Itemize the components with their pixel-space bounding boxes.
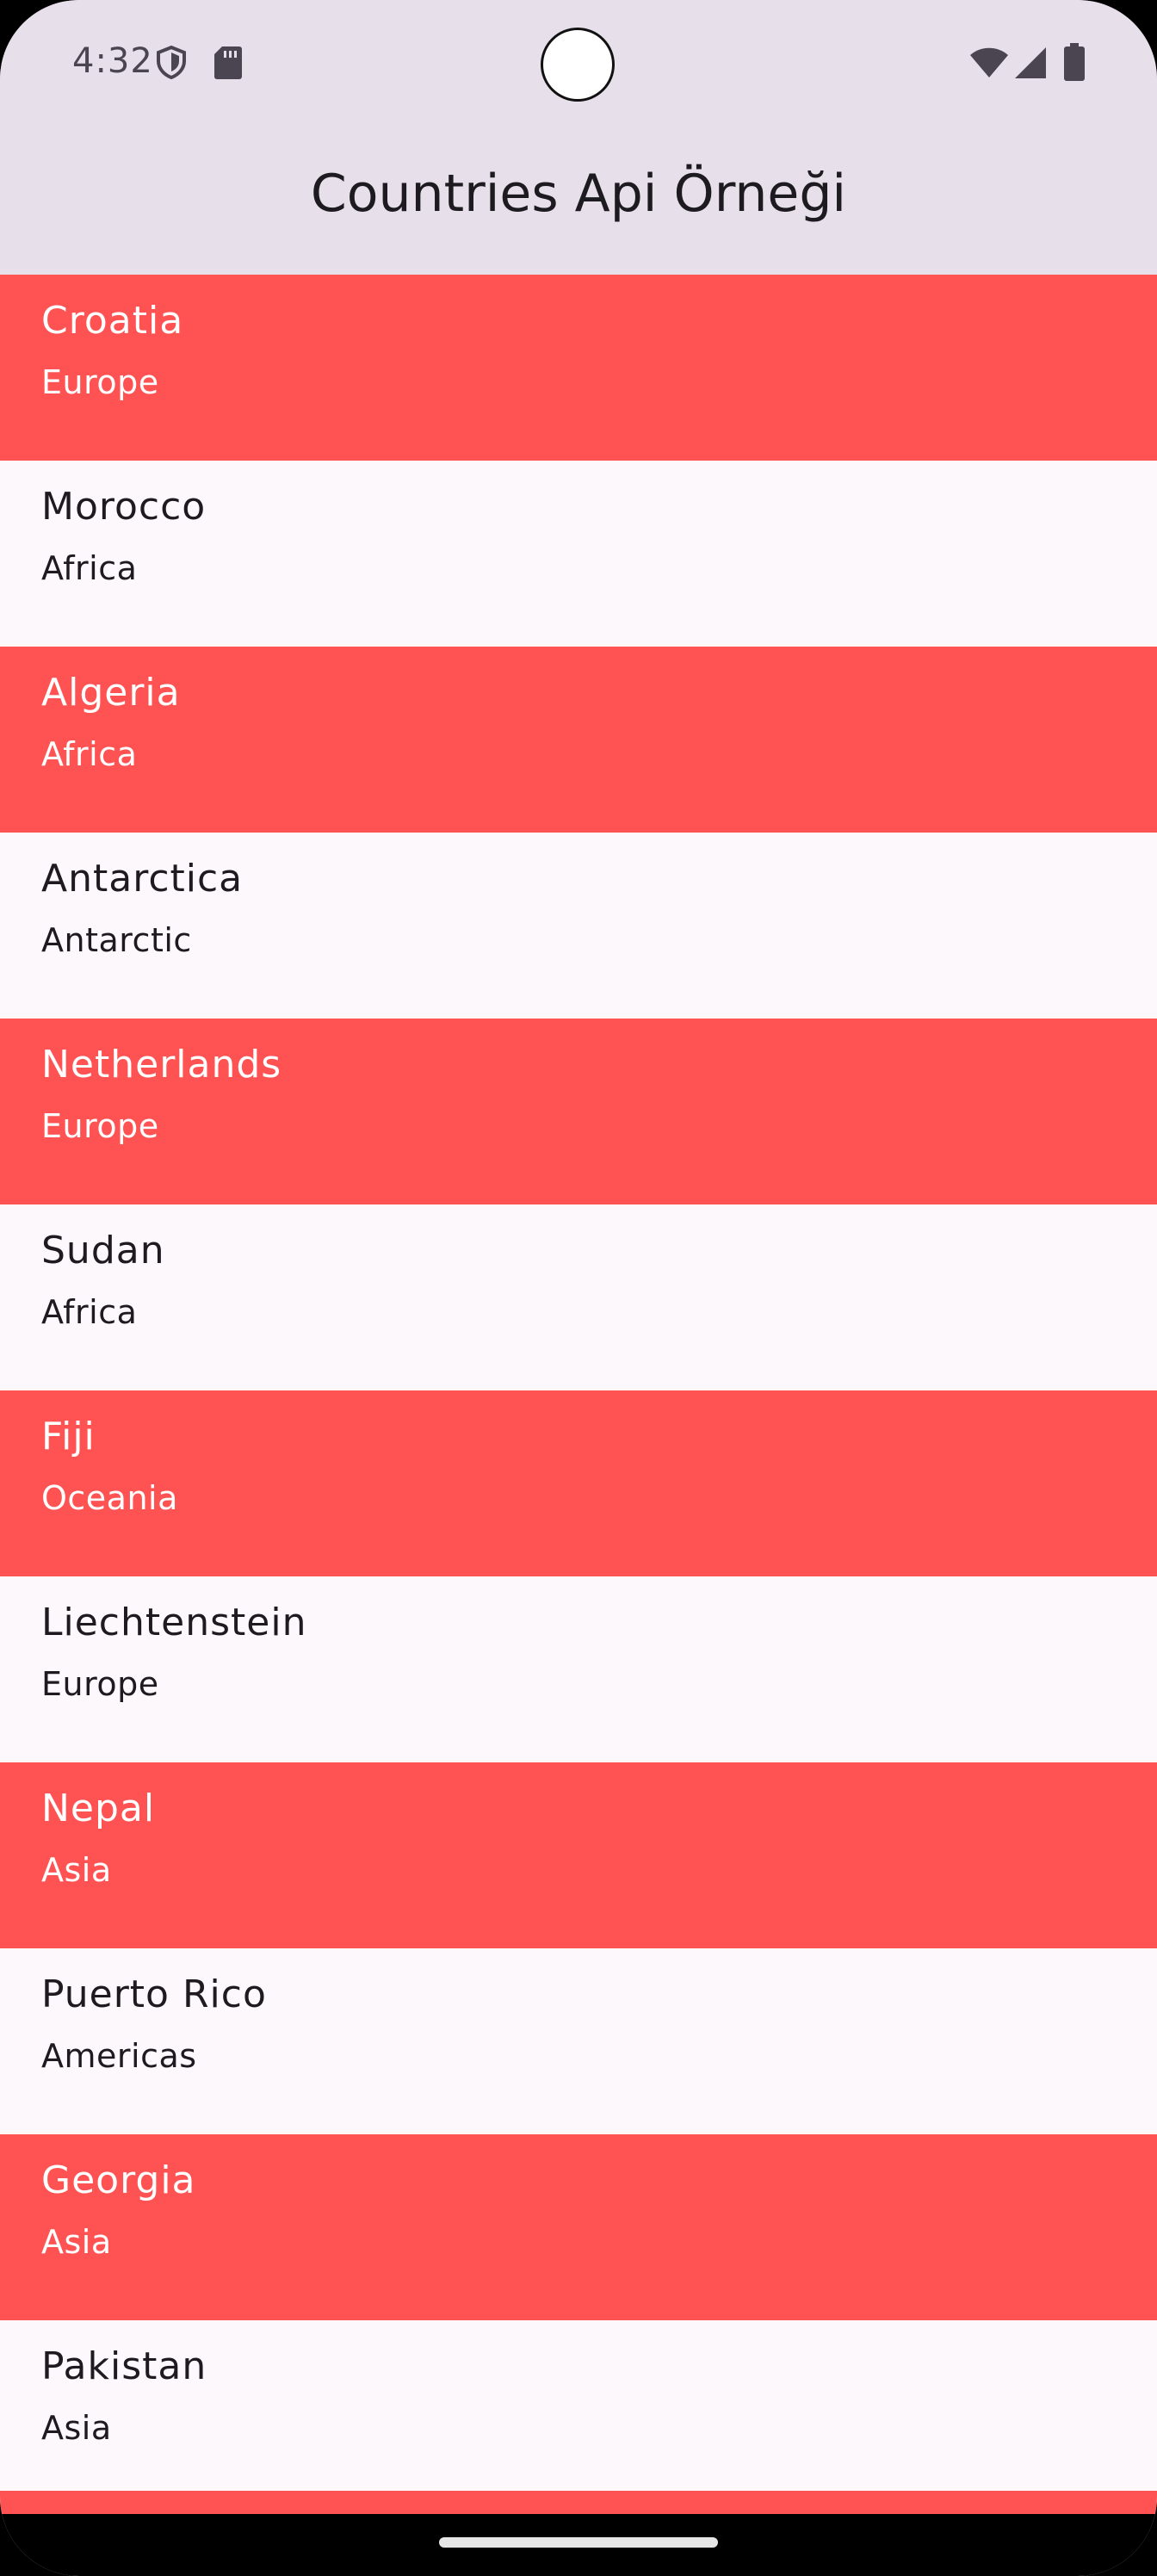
list-item[interactable]: Croatia Europe: [0, 275, 1157, 461]
country-name: Georgia: [41, 2158, 196, 2202]
list-item[interactable]: Morocco Africa: [0, 461, 1157, 647]
country-region: Oceania: [41, 1479, 178, 1517]
country-name: Algeria: [41, 671, 181, 715]
battery-icon: [1064, 43, 1085, 84]
country-name: Croatia: [41, 299, 184, 343]
country-region: Asia: [41, 1851, 112, 1889]
signal-icon: [1014, 46, 1047, 83]
sd-card-icon: [213, 45, 243, 83]
country-name: Puerto Rico: [41, 1972, 267, 2016]
country-name: Liechtenstein: [41, 1601, 307, 1644]
list-item[interactable]: Nepal Asia: [0, 1762, 1157, 1948]
country-list[interactable]: Croatia Europe Morocco Africa Algeria Africa A…: [0, 275, 1157, 2506]
list-item-partial[interactable]: [0, 2491, 1157, 2517]
country-region: Europe: [41, 1665, 159, 1703]
country-region: Africa: [41, 1293, 138, 1331]
country-name: Pakistan: [41, 2344, 207, 2388]
country-region: Europe: [41, 363, 159, 401]
list-item[interactable]: Puerto Rico Americas: [0, 1948, 1157, 2134]
country-region: Americas: [41, 2037, 197, 2075]
country-region: Europe: [41, 1107, 159, 1145]
country-region: Africa: [41, 549, 138, 587]
country-name: Sudan: [41, 1229, 165, 1273]
country-name: Nepal: [41, 1786, 156, 1830]
list-item[interactable]: Algeria Africa: [0, 647, 1157, 833]
list-item[interactable]: Antarctica Antarctic: [0, 833, 1157, 1019]
country-region: Africa: [41, 735, 138, 773]
shield-icon: [155, 45, 188, 83]
list-item[interactable]: Netherlands Europe: [0, 1019, 1157, 1204]
country-name: Morocco: [41, 485, 207, 529]
app-bar: 4:32 Countries Api Örneği: [0, 0, 1157, 275]
country-region: Antarctic: [41, 921, 192, 959]
list-item[interactable]: Georgia Asia: [0, 2134, 1157, 2320]
list-item[interactable]: Pakistan Asia: [0, 2320, 1157, 2506]
wifi-icon: [969, 46, 1009, 83]
country-name: Netherlands: [41, 1043, 282, 1087]
list-item[interactable]: Sudan Africa: [0, 1204, 1157, 1390]
list-item[interactable]: Liechtenstein Europe: [0, 1576, 1157, 1762]
page-title: Countries Api Örneği: [310, 164, 847, 224]
status-time: 4:32: [72, 41, 153, 81]
country-region: Asia: [41, 2409, 112, 2447]
phone-screen: 4:32 Countries Api Örneği Croatia Europe…: [0, 0, 1157, 2576]
country-region: Asia: [41, 2223, 112, 2261]
camera-cutout: [541, 28, 615, 102]
list-item[interactable]: Fiji Oceania: [0, 1390, 1157, 1576]
country-name: Antarctica: [41, 857, 244, 901]
country-name: Fiji: [41, 1415, 96, 1458]
home-handle[interactable]: [439, 2537, 718, 2548]
